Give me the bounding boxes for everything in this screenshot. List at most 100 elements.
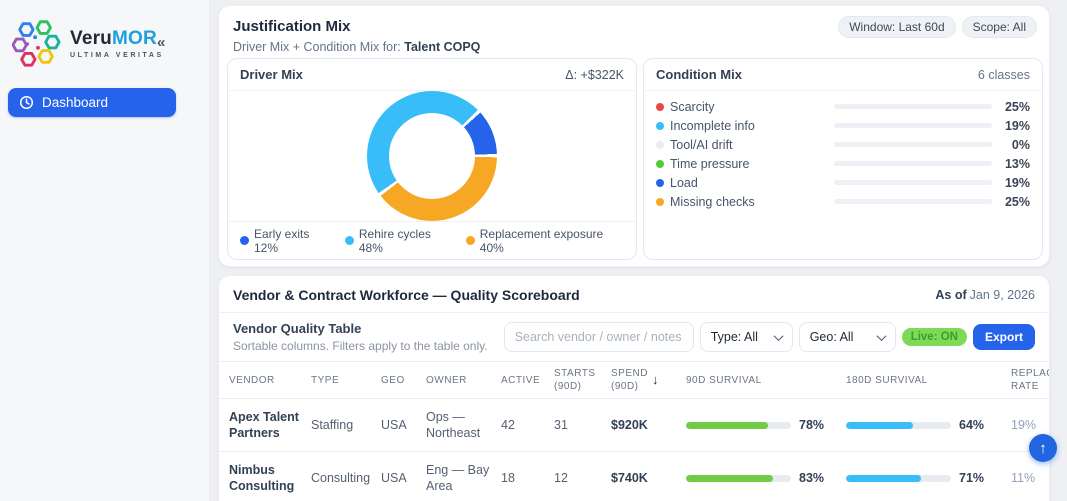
legend-label: Replacement exposure 40% xyxy=(480,227,624,255)
legend-item: Early exits 12% xyxy=(240,227,333,255)
cell-replace-rate: 11% xyxy=(1011,470,1049,486)
scoreboard-title: Vendor & Contract Workforce — Quality Sc… xyxy=(233,287,580,303)
brand-text: VeruMOR ULTIMA VERITAS xyxy=(70,28,164,59)
cell-180d-survival: 64% xyxy=(846,417,1011,433)
condition-label: Missing checks xyxy=(670,195,834,209)
sidebar-item-label: Dashboard xyxy=(42,95,108,110)
condition-value: 25% xyxy=(992,195,1030,209)
condition-mix-title: Condition Mix xyxy=(656,67,742,82)
condition-dot-icon xyxy=(656,103,664,111)
column-header-180d-survival[interactable]: 180D SURVIVAL xyxy=(846,374,1011,387)
column-header-90d-survival[interactable]: 90D SURVIVAL xyxy=(686,374,846,387)
column-header-active[interactable]: ACTIVE xyxy=(501,374,554,387)
condition-bar-track xyxy=(834,161,992,166)
condition-row: Time pressure 13% xyxy=(656,154,1030,173)
geo-filter-select[interactable]: Geo: All xyxy=(799,322,896,352)
survival-bar-track xyxy=(686,422,791,429)
live-toggle-badge[interactable]: Live: ON xyxy=(902,328,967,346)
legend-dot-icon xyxy=(466,236,475,245)
column-header-vendor[interactable]: VENDOR xyxy=(229,374,311,387)
cell-geo: USA xyxy=(381,470,426,486)
survival-value: 71% xyxy=(959,470,984,486)
sidebar: VeruMOR ULTIMA VERITAS « Dashboard xyxy=(0,0,210,501)
export-button[interactable]: Export xyxy=(973,324,1035,350)
column-header-owner[interactable]: OWNER xyxy=(426,374,501,387)
column-header-spend-90d[interactable]: SPEND (90D) ↓ xyxy=(611,367,686,393)
legend-item: Rehire cycles 48% xyxy=(345,227,454,255)
condition-bar-track xyxy=(834,142,992,147)
condition-row: Missing checks 25% xyxy=(656,192,1030,211)
sidebar-item-dashboard[interactable]: Dashboard xyxy=(8,88,176,117)
column-header-geo[interactable]: GEO xyxy=(381,374,426,387)
column-header-starts-90d[interactable]: STARTS (90D) xyxy=(554,367,611,393)
scroll-to-top-button[interactable]: ↑ xyxy=(1029,434,1057,462)
condition-dot-icon xyxy=(656,160,664,168)
context-badges: Window: Last 60d Scope: All xyxy=(838,16,1037,38)
filter-controls: Type: All Geo: All Live: ON Export xyxy=(504,322,1035,352)
condition-label: Tool/AI drift xyxy=(670,138,834,152)
condition-row: Load 19% xyxy=(656,173,1030,192)
table-header-row: VENDOR TYPE GEO OWNER ACTIVE STARTS (90D… xyxy=(219,361,1049,399)
cell-replace-rate: 19% xyxy=(1011,417,1049,433)
condition-dot-icon xyxy=(656,141,664,149)
condition-mix-count: 6 classes xyxy=(978,68,1030,82)
condition-dot-icon xyxy=(656,198,664,206)
cell-90d-survival: 78% xyxy=(686,417,846,433)
condition-label: Incomplete info xyxy=(670,119,834,133)
survival-bar-track xyxy=(846,475,951,482)
justification-mix-card: Justification Mix Driver Mix + Condition… xyxy=(218,5,1050,267)
driver-mix-header: Driver Mix Δ: +$322K xyxy=(228,59,636,91)
cell-180d-survival: 71% xyxy=(846,470,1011,486)
scoreboard-header: Vendor & Contract Workforce — Quality Sc… xyxy=(219,276,1049,313)
table-title-block: Vendor Quality Table Sortable columns. F… xyxy=(233,321,488,353)
cell-active: 42 xyxy=(501,417,554,433)
column-header-replace-rate[interactable]: REPLACE RATE xyxy=(1011,367,1050,393)
legend-item: Replacement exposure 40% xyxy=(466,227,624,255)
survival-bar-track xyxy=(846,422,951,429)
driver-mix-donut-chart xyxy=(367,91,497,221)
condition-row: Tool/AI drift 0% xyxy=(656,135,1030,154)
sidebar-collapse-icon[interactable]: « xyxy=(157,34,165,51)
table-body: Apex Talent Partners Staffing USA Ops — … xyxy=(219,399,1049,501)
legend-dot-icon xyxy=(345,236,354,245)
survival-bar-fill xyxy=(846,475,921,482)
cell-spend-90d: $740K xyxy=(611,470,686,486)
driver-mix-title: Driver Mix xyxy=(240,67,303,82)
spend-header-label: SPEND (90D) xyxy=(611,367,648,393)
survival-value: 83% xyxy=(799,470,824,486)
cell-owner: Ops — Northeast xyxy=(426,409,501,442)
search-input[interactable] xyxy=(504,322,694,352)
table-row[interactable]: Nimbus Consulting Consulting USA Eng — B… xyxy=(219,452,1049,501)
condition-value: 0% xyxy=(992,138,1030,152)
condition-dot-icon xyxy=(656,179,664,187)
donut-legend: Early exits 12% Rehire cycles 48% Replac… xyxy=(228,221,636,259)
scoreboard-card: Vendor & Contract Workforce — Quality Sc… xyxy=(218,275,1050,501)
brand: VeruMOR ULTIMA VERITAS xyxy=(12,18,164,68)
column-header-type[interactable]: TYPE xyxy=(311,374,381,387)
condition-label: Time pressure xyxy=(670,157,834,171)
table-controls: Vendor Quality Table Sortable columns. F… xyxy=(219,313,1049,361)
condition-value: 19% xyxy=(992,176,1030,190)
cell-type: Staffing xyxy=(311,417,381,433)
justification-subtitle-strong: Talent COPQ xyxy=(404,40,480,54)
cell-owner: Eng — Bay Area xyxy=(426,462,501,495)
survival-bar-fill xyxy=(686,422,768,429)
driver-mix-delta: Δ: +$322K xyxy=(565,68,624,82)
survival-value: 64% xyxy=(959,417,984,433)
cell-spend-90d: $920K xyxy=(611,417,686,433)
as-of-label: As of xyxy=(935,288,966,302)
condition-value: 13% xyxy=(992,157,1030,171)
condition-bar-track xyxy=(834,199,992,204)
window-badge: Window: Last 60d xyxy=(838,16,955,38)
type-filter-select[interactable]: Type: All xyxy=(700,322,793,352)
as-of-date: As ofJan 9, 2026 xyxy=(935,288,1035,302)
condition-bar-track xyxy=(834,104,992,109)
condition-row: Scarcity 25% xyxy=(656,97,1030,116)
chevron-down-icon xyxy=(876,331,886,341)
condition-mix-header: Condition Mix 6 classes xyxy=(644,59,1042,91)
table-row[interactable]: Apex Talent Partners Staffing USA Ops — … xyxy=(219,399,1049,452)
type-filter-value: Type: All xyxy=(711,330,758,344)
brand-tagline: ULTIMA VERITAS xyxy=(70,52,164,59)
scope-badge: Scope: All xyxy=(962,16,1037,38)
cell-starts-90d: 31 xyxy=(554,417,611,433)
